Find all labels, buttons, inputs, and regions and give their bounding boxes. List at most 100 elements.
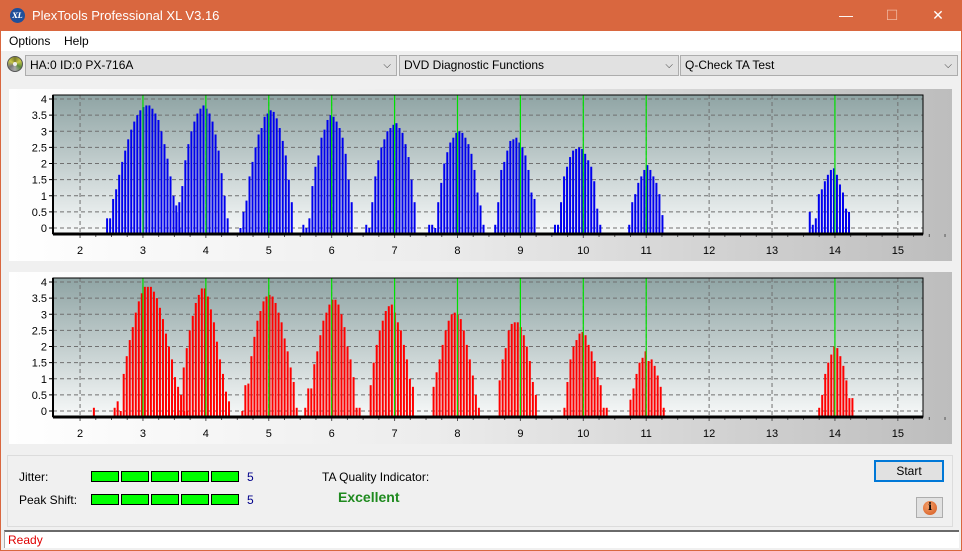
data-bar bbox=[168, 346, 170, 416]
data-bar bbox=[637, 182, 640, 233]
function-select[interactable]: DVD Diagnostic Functions ⌵ bbox=[399, 55, 679, 76]
info-button[interactable]: i bbox=[916, 497, 943, 518]
data-bar bbox=[152, 291, 155, 416]
data-bar bbox=[569, 157, 572, 233]
data-bar bbox=[313, 364, 316, 416]
start-button[interactable]: Start bbox=[874, 460, 944, 482]
data-bar bbox=[316, 351, 319, 416]
data-bar bbox=[202, 105, 205, 233]
y-tick-label: 3.5 bbox=[32, 293, 47, 305]
data-bar bbox=[281, 140, 284, 233]
data-bar bbox=[527, 169, 530, 233]
data-bar bbox=[441, 344, 444, 416]
data-bar bbox=[239, 228, 242, 233]
data-bar bbox=[269, 110, 272, 233]
data-bar bbox=[638, 362, 641, 416]
data-bar bbox=[599, 385, 602, 416]
data-bar bbox=[284, 155, 287, 233]
test-select[interactable]: Q-Check TA Test ⌵ bbox=[680, 55, 958, 76]
data-bar bbox=[384, 311, 387, 416]
data-bar bbox=[634, 194, 637, 233]
data-bar bbox=[408, 378, 411, 416]
data-bar bbox=[566, 166, 569, 233]
test-select-value: Q-Check TA Test bbox=[685, 58, 775, 72]
minimize-button[interactable]: — bbox=[823, 0, 869, 31]
data-bar bbox=[292, 381, 295, 416]
data-bar bbox=[199, 108, 202, 233]
data-bar bbox=[169, 176, 172, 233]
data-bar bbox=[304, 407, 307, 416]
data-bar bbox=[106, 218, 109, 233]
data-bar bbox=[137, 301, 140, 416]
data-bar bbox=[295, 407, 298, 416]
data-bar bbox=[347, 179, 350, 233]
x-tick-label: 13 bbox=[766, 245, 778, 257]
data-bar bbox=[501, 359, 504, 416]
data-bar bbox=[839, 356, 842, 416]
menu-help[interactable]: Help bbox=[64, 34, 89, 48]
data-bar bbox=[175, 205, 178, 233]
jitter-meter-segment bbox=[91, 471, 119, 482]
maximize-button[interactable]: ☐ bbox=[869, 0, 915, 31]
data-bar bbox=[166, 158, 169, 233]
data-bar bbox=[509, 140, 512, 233]
data-bar bbox=[121, 161, 124, 233]
x-tick-label: 9 bbox=[517, 245, 523, 257]
y-tick-label: 0.5 bbox=[32, 207, 47, 219]
chevron-down-icon: ⌵ bbox=[383, 60, 391, 71]
data-bar bbox=[841, 192, 844, 233]
data-bar bbox=[280, 322, 283, 416]
data-bar bbox=[575, 148, 578, 233]
data-bar bbox=[338, 128, 341, 233]
y-tick-label: 2.5 bbox=[32, 325, 47, 337]
data-bar bbox=[649, 169, 652, 233]
data-bar bbox=[341, 137, 344, 233]
data-bar bbox=[845, 380, 848, 416]
data-bar bbox=[411, 386, 414, 416]
data-bar bbox=[435, 372, 438, 416]
data-bar bbox=[829, 169, 832, 233]
data-bar bbox=[224, 391, 227, 416]
data-bar bbox=[188, 330, 191, 416]
data-bar bbox=[468, 359, 471, 416]
data-bar bbox=[498, 380, 501, 416]
data-bar bbox=[450, 314, 453, 416]
data-bar bbox=[187, 144, 190, 233]
x-tick-label: 14 bbox=[829, 428, 841, 440]
data-bar bbox=[818, 407, 821, 416]
y-tick-label: 0.5 bbox=[32, 390, 47, 402]
data-bar bbox=[228, 401, 231, 416]
x-tick-label: 3 bbox=[140, 245, 146, 257]
data-bar bbox=[407, 157, 410, 233]
data-bar bbox=[223, 195, 226, 233]
data-bar bbox=[250, 356, 253, 416]
data-bar bbox=[474, 394, 477, 416]
data-bar bbox=[340, 314, 343, 416]
drive-select[interactable]: HA:0 ID:0 PX-716A ⌵ bbox=[25, 55, 397, 76]
data-bar bbox=[446, 152, 449, 233]
data-bar bbox=[217, 150, 220, 233]
menu-options[interactable]: Options bbox=[9, 34, 50, 48]
data-bar bbox=[506, 150, 509, 233]
data-bar bbox=[185, 348, 188, 416]
data-bar bbox=[344, 153, 347, 233]
data-bar bbox=[208, 113, 211, 233]
data-bar bbox=[310, 388, 313, 416]
data-bar bbox=[254, 147, 257, 233]
data-bar bbox=[534, 394, 537, 416]
data-bar bbox=[136, 115, 139, 233]
y-tick-label: 1.5 bbox=[32, 175, 47, 187]
data-bar bbox=[307, 388, 310, 416]
data-bar bbox=[387, 306, 390, 416]
y-tick-label: 2 bbox=[41, 159, 47, 171]
data-bar bbox=[494, 224, 497, 233]
data-bar bbox=[325, 312, 328, 416]
data-bar bbox=[835, 174, 838, 233]
data-bar bbox=[566, 381, 569, 416]
y-tick-label: 2 bbox=[41, 342, 47, 354]
data-bar bbox=[274, 302, 277, 416]
data-bar bbox=[305, 228, 308, 233]
data-bar bbox=[241, 411, 244, 416]
close-button[interactable]: ✕ bbox=[915, 0, 961, 31]
data-bar bbox=[590, 166, 593, 233]
